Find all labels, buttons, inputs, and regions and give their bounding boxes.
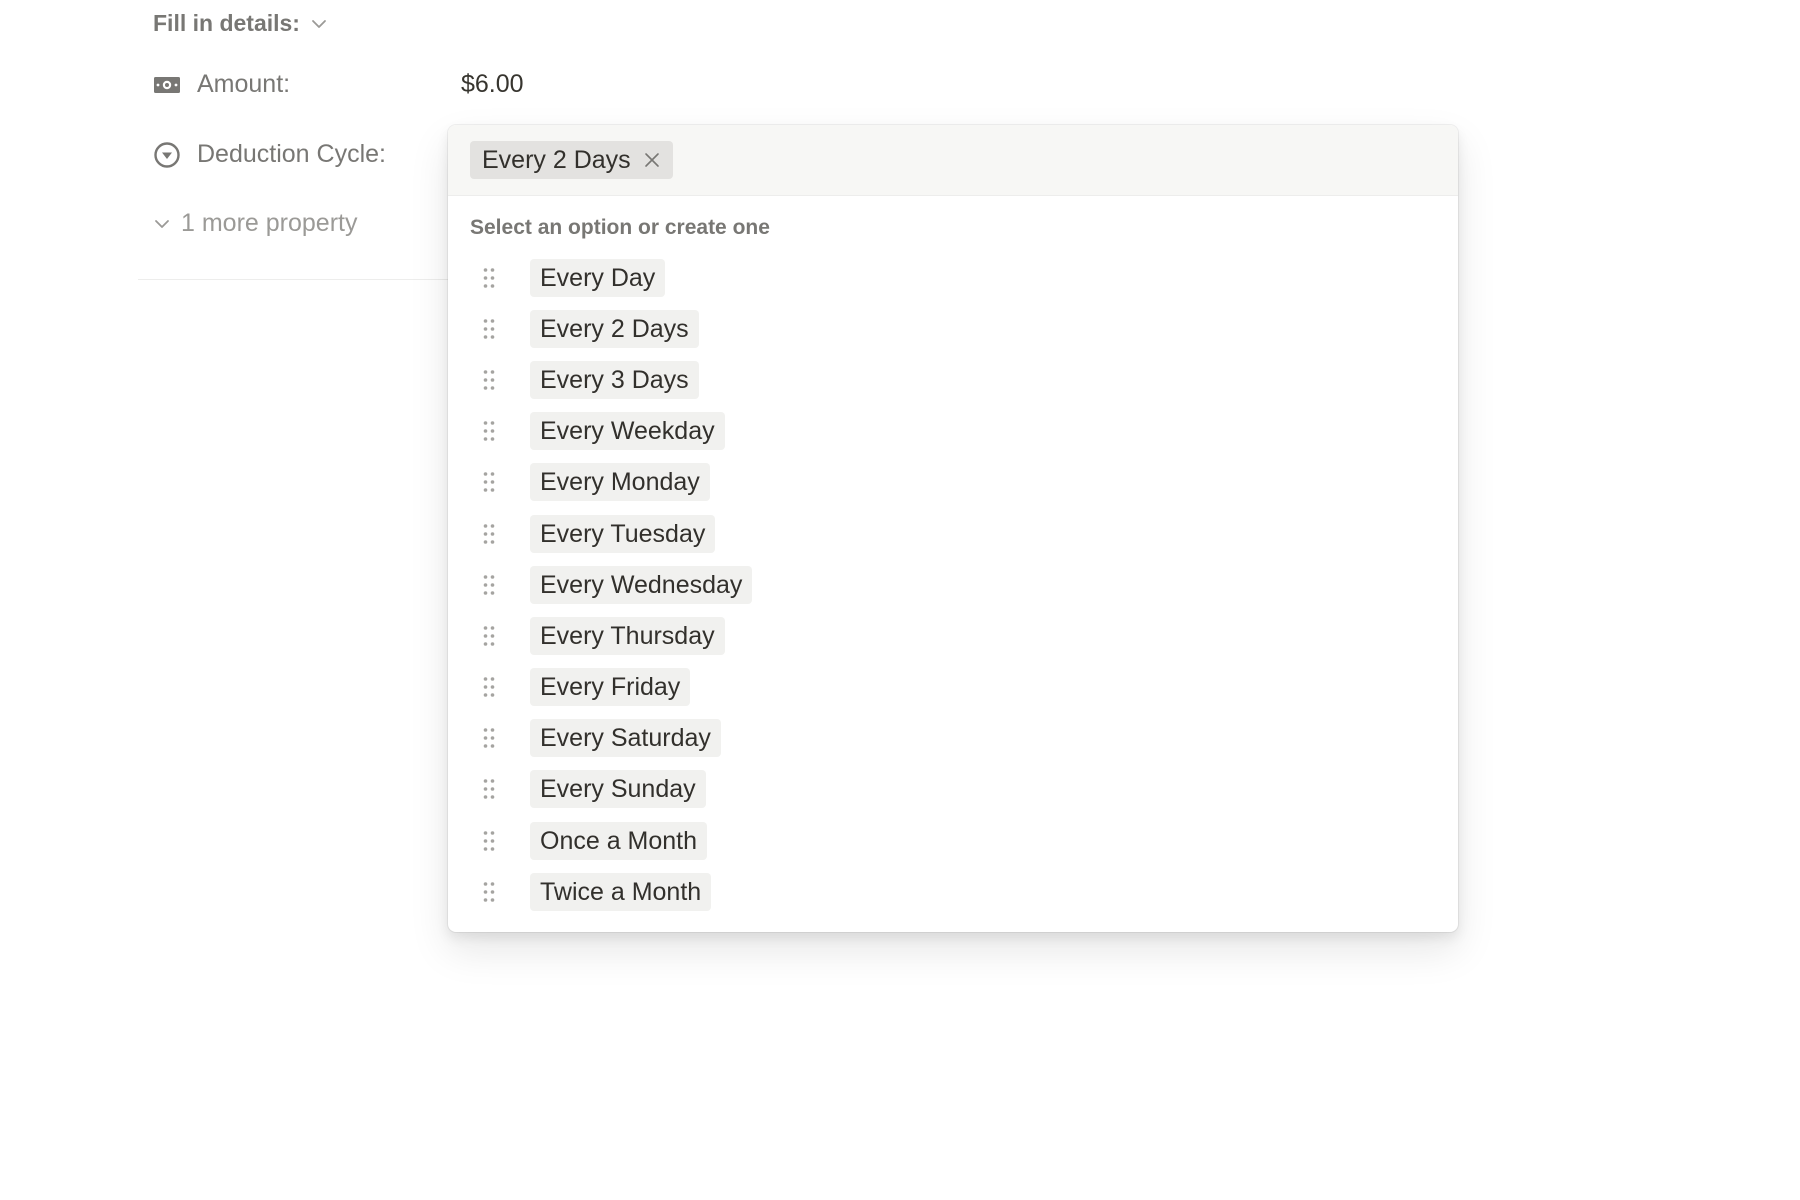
option-chip: Every Weekday bbox=[530, 412, 725, 451]
options-list: Every Day Every 2 Days Every 3 Days Ever… bbox=[448, 252, 1458, 917]
fill-in-details-toggle[interactable]: Fill in details: bbox=[153, 10, 328, 37]
select-icon bbox=[153, 141, 181, 169]
drag-handle-icon[interactable] bbox=[478, 316, 500, 342]
option-item[interactable]: Every Thursday bbox=[448, 610, 1458, 661]
property-amount[interactable]: Amount: bbox=[153, 70, 290, 99]
option-chip: Every Day bbox=[530, 258, 666, 297]
drag-handle-icon[interactable] bbox=[478, 265, 500, 291]
chevron-down-icon bbox=[312, 19, 326, 28]
more-properties-toggle[interactable]: 1 more property bbox=[153, 209, 357, 238]
drag-handle-icon[interactable] bbox=[478, 623, 500, 649]
option-item[interactable]: Every Tuesday bbox=[448, 508, 1458, 559]
option-item[interactable]: Every Weekday bbox=[448, 406, 1458, 457]
more-properties-label: 1 more property bbox=[181, 209, 358, 237]
option-item[interactable]: Every 3 Days bbox=[448, 354, 1458, 405]
property-amount-label: Amount: bbox=[197, 70, 291, 98]
drag-handle-icon[interactable] bbox=[478, 776, 500, 802]
option-chip: Every 2 Days bbox=[530, 309, 699, 348]
option-item[interactable]: Once a Month bbox=[448, 815, 1458, 866]
dropdown-hint: Select an option or create one bbox=[470, 216, 770, 239]
option-chip: Every 3 Days bbox=[530, 360, 699, 399]
money-icon bbox=[153, 71, 181, 99]
option-chip: Every Wednesday bbox=[530, 565, 753, 604]
fill-in-details-label: Fill in details: bbox=[153, 10, 300, 36]
close-icon bbox=[644, 153, 659, 167]
drag-handle-icon[interactable] bbox=[478, 367, 500, 393]
select-dropdown: Every 2 Days Select an option or create … bbox=[448, 125, 1458, 932]
option-chip: Every Sunday bbox=[530, 770, 706, 809]
drag-handle-icon[interactable] bbox=[478, 828, 500, 854]
option-item[interactable]: Every Day bbox=[448, 252, 1458, 303]
option-item[interactable]: Every Saturday bbox=[448, 713, 1458, 764]
drag-handle-icon[interactable] bbox=[478, 418, 500, 444]
option-chip: Every Thursday bbox=[530, 616, 725, 655]
option-chip: Every Monday bbox=[530, 463, 710, 502]
option-chip: Every Friday bbox=[530, 668, 691, 707]
drag-handle-icon[interactable] bbox=[478, 674, 500, 700]
option-item[interactable]: Every Monday bbox=[448, 457, 1458, 508]
option-item[interactable]: Every Wednesday bbox=[448, 559, 1458, 610]
property-deduction-cycle[interactable]: Deduction Cycle: bbox=[153, 140, 386, 169]
drag-handle-icon[interactable] bbox=[478, 725, 500, 751]
drag-handle-icon[interactable] bbox=[478, 469, 500, 495]
option-chip: Every Tuesday bbox=[530, 514, 716, 553]
chevron-down-icon bbox=[155, 219, 169, 228]
drag-handle-icon[interactable] bbox=[478, 572, 500, 598]
selected-option-chip: Every 2 Days bbox=[470, 141, 673, 179]
select-search-input[interactable]: Every 2 Days bbox=[448, 125, 1458, 196]
option-item[interactable]: Twice a Month bbox=[448, 866, 1458, 917]
divider bbox=[138, 279, 448, 280]
option-chip: Twice a Month bbox=[530, 872, 712, 911]
drag-handle-icon[interactable] bbox=[478, 879, 500, 905]
selected-option-label: Every 2 Days bbox=[482, 145, 631, 174]
drag-handle-icon[interactable] bbox=[478, 521, 500, 547]
option-item[interactable]: Every Friday bbox=[448, 662, 1458, 713]
property-deduction-cycle-label: Deduction Cycle: bbox=[197, 140, 386, 168]
option-item[interactable]: Every Sunday bbox=[448, 764, 1458, 815]
remove-option-button[interactable] bbox=[643, 151, 661, 169]
option-item[interactable]: Every 2 Days bbox=[448, 303, 1458, 354]
option-chip: Every Saturday bbox=[530, 719, 721, 758]
amount-value[interactable]: $6.00 bbox=[461, 70, 524, 99]
page: Fill in details: Amount: $6.00 Deduction… bbox=[0, 0, 1800, 1200]
option-chip: Once a Month bbox=[530, 821, 708, 860]
